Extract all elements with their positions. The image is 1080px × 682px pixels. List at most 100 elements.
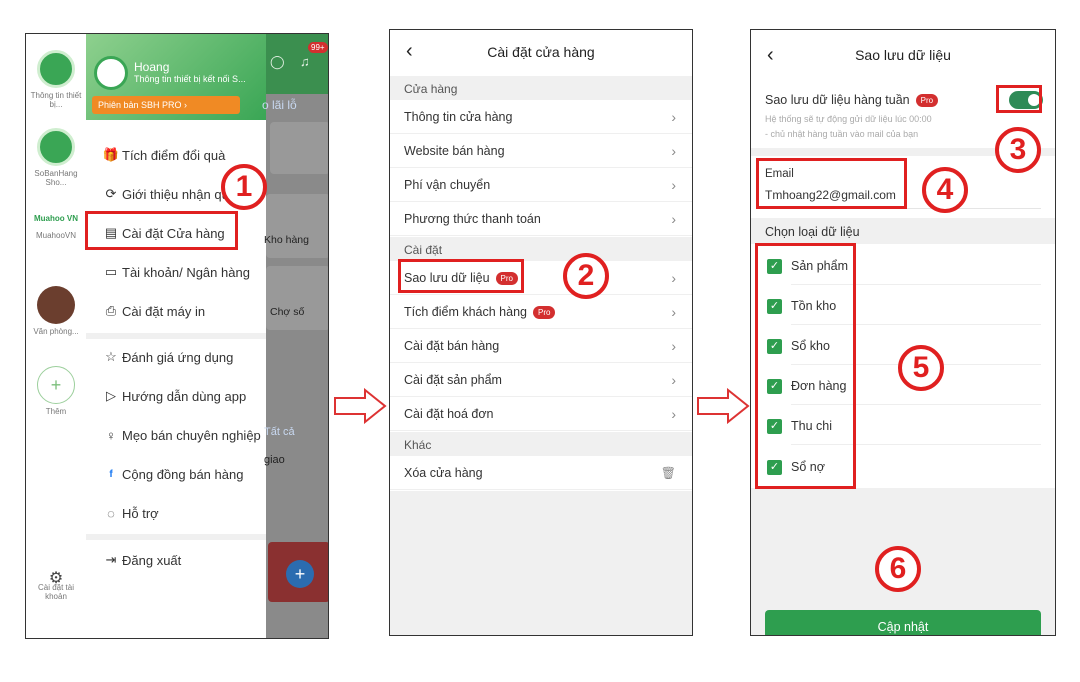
notification-badge: 99+ [308, 42, 328, 53]
highlight-backup-row [398, 259, 524, 293]
weekly-label-text: Sao lưu dữ liệu hàng tuần [765, 93, 910, 107]
behind-card [270, 122, 328, 174]
menu-label: Hỗ trợ [122, 505, 159, 521]
rail-item-vanphong[interactable]: Văn phòng... [26, 286, 86, 336]
rail-label: SoBanHang Sho... [34, 169, 78, 187]
rail-item-muahoo[interactable]: Muahoo VN MuahooVN [26, 214, 86, 240]
rail-label: Cài đặt tài khoản [37, 583, 75, 601]
menu-label: Đánh giá ứng dụng [122, 349, 234, 365]
menu-item-printer[interactable]: ⎙ Cài đặt máy in [86, 292, 266, 330]
bell-icon: ♫ [300, 54, 310, 69]
chevron-right-icon: › [671, 177, 676, 193]
delivery-text: giao [264, 454, 285, 466]
warehouse-label: Kho hàng [264, 234, 309, 246]
nav-bar: ‹ Cài đặt cửa hàng [390, 30, 692, 74]
row-website[interactable]: Website bán hàng › [390, 134, 692, 168]
rail-label: Thêm [45, 407, 67, 416]
location-logo-icon [37, 286, 75, 324]
row-customer-points[interactable]: Tích điểm khách hàng Pro › [390, 295, 692, 329]
page-title: Cài đặt cửa hàng [487, 44, 595, 60]
dimmed-background: 99+ ♫ ◯ o lãi lỗ Kho hàng Chợ số Tất cả … [262, 34, 328, 638]
menu-label: Cộng đồng bán hàng [122, 466, 244, 482]
menu-item-guide[interactable]: ▷ Hướng dẫn dùng app [86, 377, 266, 415]
menu-label: Mẹo bán chuyên nghiệp [122, 427, 261, 443]
row-delete-store[interactable]: Xóa cửa hàng 🗑 [390, 456, 692, 490]
chevron-right-icon: › [671, 406, 676, 422]
star-icon: ☆ [105, 349, 117, 364]
chevron-right-icon: › [671, 372, 676, 388]
menu-item-logout[interactable]: ⇥ Đăng xuất [86, 541, 266, 579]
row-shipping-fee[interactable]: Phí vận chuyển › [390, 168, 692, 202]
row-label: Website bán hàng [404, 144, 505, 158]
row-sales-settings[interactable]: Cài đặt bán hàng › [390, 329, 692, 363]
row-product-settings[interactable]: Cài đặt sản phẩm › [390, 363, 692, 397]
row-label: Thông tin cửa hàng [404, 110, 513, 124]
weekly-backup-label: Sao lưu dữ liệu hàng tuần Pro [765, 93, 939, 108]
highlight-store-settings [85, 211, 238, 250]
step-badge-1: 1 [221, 164, 267, 210]
chevron-right-icon: › [671, 270, 676, 286]
see-all-link: Tất cả [264, 426, 295, 438]
step-badge-2: 2 [563, 253, 609, 299]
menu-label: Tích điểm đổi quà [122, 147, 226, 163]
nav-bar: ‹ Sao lưu dữ liệu [751, 30, 1055, 80]
row-label: Cài đặt sản phẩm [404, 373, 502, 387]
menu-label: Hướng dẫn dùng app [122, 388, 247, 404]
rail-label: Văn phòng... [33, 327, 79, 336]
rail-label: MuahooVN [35, 231, 77, 240]
printer-icon: ⎙ [105, 303, 117, 318]
menu-item-community[interactable]: f Cộng đồng bán hàng [86, 455, 266, 493]
step-badge-3: 3 [995, 127, 1041, 173]
chat-bubble-icon: ◯ [270, 54, 285, 69]
rail-item-add[interactable]: + Thêm [26, 366, 86, 416]
behind-tile [266, 194, 328, 258]
back-chevron-icon[interactable]: ‹ [406, 40, 413, 63]
backup-description: Hệ thống sẽ tự động gửi dữ liệu lúc 00:0… [765, 114, 932, 124]
update-button[interactable]: Cập nhật [765, 610, 1041, 635]
empty-area [390, 491, 692, 635]
side-drawer: Hoang Thông tin thiết bị kết nối S... Ph… [86, 34, 266, 638]
step-badge-4: 4 [922, 167, 968, 213]
row-payment-method[interactable]: Phương thức thanh toán › [390, 202, 692, 236]
rail-account-settings[interactable]: ⚙ Cài đặt tài khoản [26, 570, 86, 602]
plus-icon: + [37, 366, 75, 404]
pro-version-badge[interactable]: Phiên bản SBH PRO › [92, 96, 240, 114]
arrow-right-icon [696, 388, 750, 424]
highlight-toggle [996, 85, 1042, 113]
facebook-icon: f [109, 468, 113, 480]
rail-item-sobanhang[interactable]: SoBanHang Sho... [26, 128, 86, 187]
step-badge-6: 6 [875, 546, 921, 592]
drawer-header: Hoang Thông tin thiết bị kết nối S... Ph… [86, 34, 266, 120]
row-label: Xóa cửa hàng [404, 466, 483, 480]
back-chevron-icon[interactable]: ‹ [767, 44, 774, 67]
chevron-right-icon: › [671, 143, 676, 159]
rail-item-device[interactable]: Thông tin thiết bị... [26, 50, 86, 109]
trash-icon: 🗑 [660, 466, 676, 480]
backup-description: - chủ nhật hàng tuần vào mail của bạn [765, 129, 919, 139]
menu-label: Tài khoản/ Ngân hàng [122, 264, 250, 280]
bulb-icon: ♀ [106, 427, 116, 443]
highlight-email [756, 158, 907, 209]
menu-label: Giới thiệu nhận quà [122, 186, 237, 202]
panel-store-settings: ‹ Cài đặt cửa hàng Cửa hàng Thông tin cử… [389, 29, 693, 636]
logout-icon: ⇥ [105, 552, 117, 567]
card-icon: ▭ [104, 264, 118, 279]
arrow-right-icon [333, 388, 387, 424]
row-invoice-settings[interactable]: Cài đặt hoá đơn › [390, 397, 692, 431]
row-label: Cài đặt hoá đơn [404, 407, 494, 421]
menu-item-bank[interactable]: ▭ Tài khoản/ Ngân hàng [86, 253, 266, 291]
divider [86, 534, 266, 540]
menu-item-support[interactable]: ◌ Hỗ trợ [86, 494, 266, 532]
highlight-data-types [755, 243, 856, 489]
behind-tile [266, 266, 328, 330]
menu-item-rate[interactable]: ☆ Đánh giá ứng dụng [86, 338, 266, 376]
panel-drawer: Thông tin thiết bị... SoBanHang Sho... M… [25, 33, 329, 639]
row-label: Phí vận chuyển [404, 178, 491, 192]
gear-icon: ⚙ [48, 570, 64, 587]
chevron-right-icon: › [671, 304, 676, 320]
chevron-right-icon: › [671, 338, 676, 354]
share-icon: ⟳ [105, 186, 117, 201]
row-store-info[interactable]: Thông tin cửa hàng › [390, 100, 692, 134]
shop-logo-icon [37, 128, 75, 166]
menu-item-tips[interactable]: ♀ Mẹo bán chuyên nghiệp [86, 416, 266, 454]
